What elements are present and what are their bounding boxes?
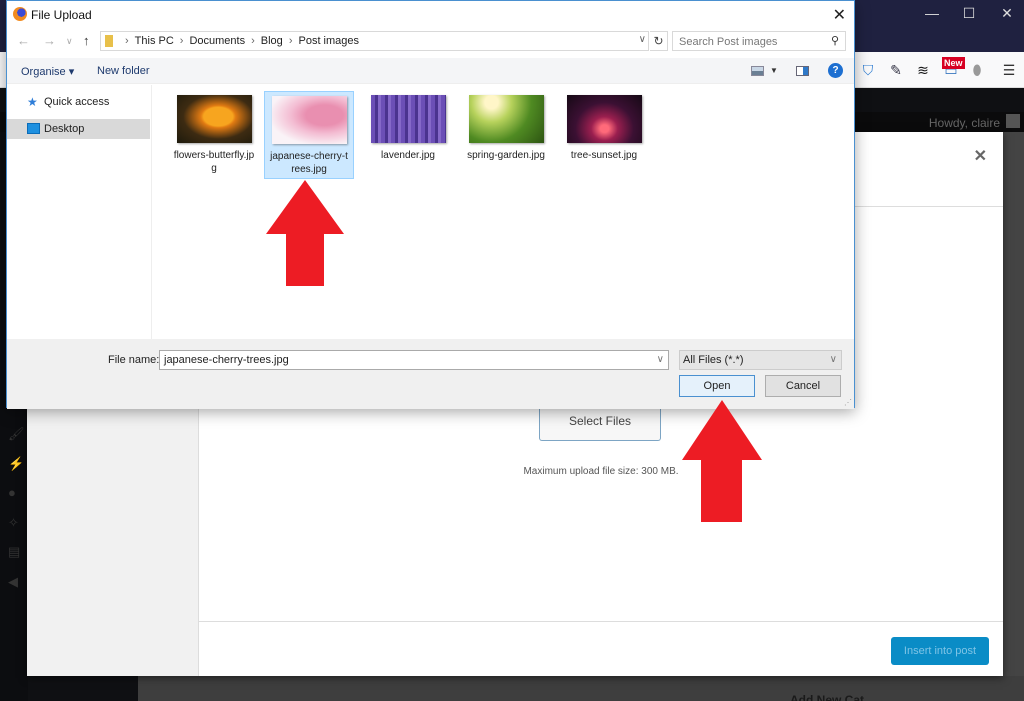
- file-name-dropdown-chevron-icon[interactable]: ∨: [657, 351, 664, 369]
- dialog-title: File Upload: [31, 8, 92, 22]
- file-name-input[interactable]: japanese-cherry-trees.jpg ∨: [159, 350, 669, 370]
- file-name: lavender.jpg: [381, 150, 435, 161]
- file-item-lavender[interactable]: lavender.jpg: [363, 91, 453, 179]
- nav-item-quick-access[interactable]: ★ Quick access: [7, 92, 150, 112]
- wp-content-backdrop: [1003, 132, 1024, 701]
- maximize-button[interactable]: ☐: [955, 4, 983, 22]
- filter-dropdown-chevron-icon: ∨: [829, 354, 837, 365]
- new-badge: New: [942, 57, 965, 69]
- file-name: spring-garden.jpg: [467, 150, 545, 161]
- modal-close-button[interactable]: ✕: [974, 146, 987, 166]
- address-bar[interactable]: › This PC › Documents › Blog › Post imag…: [100, 31, 649, 51]
- file-item-flowers-butterfly[interactable]: flowers-butterfly.jpg: [169, 91, 259, 179]
- collapse-menu-icon[interactable]: ◀: [8, 574, 22, 589]
- minimize-button[interactable]: —: [918, 4, 946, 22]
- help-icon[interactable]: ?: [828, 63, 843, 78]
- preview-pane-icon[interactable]: [796, 66, 809, 76]
- new-folder-button[interactable]: New folder: [97, 65, 150, 77]
- search-input[interactable]: Search Post images ⚲: [672, 31, 846, 51]
- tools-icon[interactable]: ✧: [8, 515, 22, 530]
- file-name: japanese-cherry-trees.jpg: [270, 151, 348, 175]
- users-icon[interactable]: ●: [8, 485, 22, 500]
- file-item-japanese-cherry-trees[interactable]: japanese-cherry-trees.jpg: [264, 91, 354, 179]
- organise-menu-button[interactable]: Organise ▾: [21, 65, 74, 78]
- forward-arrow-icon[interactable]: →: [43, 33, 56, 48]
- navigation-pane: ★ Quick access Desktop: [7, 85, 152, 339]
- nav-item-desktop[interactable]: Desktop: [7, 119, 150, 139]
- recent-locations-chevron-icon[interactable]: ∨: [66, 36, 73, 47]
- file-name: flowers-butterfly.jpg: [173, 150, 255, 174]
- dialog-titlebar[interactable]: File Upload ✕: [7, 1, 854, 28]
- star-icon: ★: [27, 95, 38, 109]
- annotation-arrow-file: [266, 180, 344, 286]
- breadcrumb-this-pc[interactable]: This PC: [135, 35, 174, 47]
- folder-icon: [105, 35, 113, 47]
- refresh-button[interactable]: ↻: [650, 31, 668, 51]
- file-name: tree-sunset.jpg: [570, 150, 638, 161]
- nav-item-label: Desktop: [44, 123, 85, 135]
- dialog-close-button[interactable]: ✕: [833, 5, 846, 25]
- search-placeholder: Search Post images: [679, 36, 778, 48]
- breadcrumb-blog[interactable]: Blog: [261, 35, 283, 47]
- address-dropdown-chevron-icon[interactable]: ∨: [639, 34, 646, 45]
- layers-icon[interactable]: ≋: [914, 61, 932, 79]
- hamburger-menu-icon[interactable]: ☰: [1000, 61, 1018, 79]
- image-thumbnail: [566, 95, 642, 143]
- view-options-dropdown-icon[interactable]: ▼: [770, 66, 778, 75]
- image-thumbnail: [271, 96, 347, 144]
- cancel-button[interactable]: Cancel: [765, 375, 841, 397]
- eyedropper-icon[interactable]: ✎: [887, 61, 905, 79]
- modal-footer: Insert into post: [199, 621, 1003, 676]
- open-button[interactable]: Open: [679, 375, 755, 397]
- breadcrumb-post-images[interactable]: Post images: [298, 35, 359, 47]
- image-thumbnail: [468, 95, 544, 143]
- file-list: flowers-butterfly.jpg japanese-cherry-tr…: [153, 85, 854, 339]
- command-bar: Organise ▾ New folder ▼ ?: [7, 58, 854, 84]
- change-view-icon[interactable]: [751, 66, 764, 76]
- image-thumbnail: [370, 95, 446, 143]
- desktop-icon: [27, 123, 40, 134]
- appearance-icon[interactable]: 🖌: [8, 426, 25, 441]
- firefox-icon: [13, 7, 27, 21]
- file-name-label: File name:: [108, 354, 160, 366]
- shield-check-icon[interactable]: ⛉: [859, 61, 877, 79]
- add-new-category-link[interactable]: Add New Cat: [790, 693, 864, 701]
- search-icon: ⚲: [830, 35, 839, 47]
- settings-icon[interactable]: ▤: [8, 544, 22, 559]
- back-arrow-icon[interactable]: ←: [17, 33, 30, 48]
- file-type-filter-select[interactable]: All Files (*.*) ∨: [679, 350, 842, 370]
- max-upload-size-text: Maximum upload file size: 300 MB.: [523, 466, 679, 477]
- resize-grip-icon[interactable]: ⋰: [844, 398, 852, 407]
- annotation-arrow-open: [682, 400, 762, 522]
- file-item-tree-sunset[interactable]: tree-sunset.jpg: [559, 91, 649, 179]
- up-arrow-icon[interactable]: ↑: [83, 33, 90, 48]
- howdy-user[interactable]: Howdy, claire: [929, 116, 1000, 130]
- avatar[interactable]: [1006, 114, 1020, 128]
- insert-into-post-button[interactable]: Insert into post: [891, 637, 989, 665]
- image-thumbnail: [176, 95, 252, 143]
- wp-content-bottom: [138, 676, 1024, 701]
- nav-item-label: Quick access: [44, 96, 110, 108]
- breadcrumb-documents[interactable]: Documents: [189, 35, 245, 47]
- plugins-icon[interactable]: ⚡: [8, 456, 24, 471]
- close-window-button[interactable]: ✕: [993, 4, 1021, 22]
- file-item-spring-garden[interactable]: spring-garden.jpg: [461, 91, 551, 179]
- privacy-badger-icon[interactable]: ⬮: [968, 61, 986, 79]
- file-upload-dialog: File Upload ✕ ← → ∨ ↑ › This PC › Docume…: [6, 0, 855, 409]
- file-type-filter-value: All Files (*.*): [683, 354, 744, 366]
- select-files-button[interactable]: Select Files: [539, 404, 661, 441]
- file-name-value: japanese-cherry-trees.jpg: [164, 354, 289, 366]
- breadcrumb: › This PC › Documents › Blog › Post imag…: [125, 35, 360, 47]
- navigation-row: ← → ∨ ↑ › This PC › Documents › Blog › P…: [7, 31, 854, 53]
